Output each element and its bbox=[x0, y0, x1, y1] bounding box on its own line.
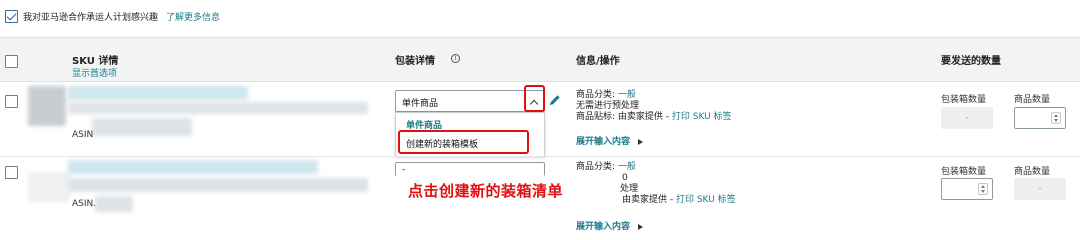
category-label: 商品分类: bbox=[576, 90, 618, 100]
box-qty-label: 包装箱数量 bbox=[941, 95, 987, 105]
learn-more-link[interactable]: 了解更多信息 bbox=[166, 10, 220, 23]
expand-inputs-link[interactable]: 展开输入内容 bbox=[576, 134, 644, 147]
info-block: 商品分类: 一般 无需进行预处理 商品贴标: 由卖家提供 - 打印 SKU 标签 bbox=[576, 90, 732, 123]
label-owner-text: 商品贴标: 由卖家提供 - bbox=[576, 112, 672, 122]
packing-details-header: 包装详情 bbox=[395, 56, 435, 67]
carrier-program-checkbox[interactable] bbox=[5, 10, 18, 23]
stepper-icon[interactable] bbox=[978, 183, 988, 195]
info-block: 商品分类: 一般 0 处理 由卖家提供 - 打印 SKU 标签 bbox=[576, 162, 736, 206]
quantity-to-send-header: 要发送的数量 bbox=[941, 56, 1001, 67]
product-title-redacted bbox=[68, 160, 318, 174]
select-all-checkbox[interactable] bbox=[5, 55, 18, 68]
unit-qty-value: - bbox=[1038, 184, 1042, 194]
box-qty-input[interactable] bbox=[941, 178, 993, 200]
product-image bbox=[28, 172, 70, 202]
stepper-icon[interactable] bbox=[1051, 112, 1061, 124]
asin-label: ASIN. bbox=[72, 199, 97, 209]
packing-select-value: - bbox=[402, 165, 406, 175]
row-checkbox[interactable] bbox=[5, 166, 18, 179]
triangle-right-icon bbox=[638, 223, 644, 230]
info-icon[interactable]: i bbox=[451, 54, 460, 63]
prep-text-1: 0 bbox=[622, 173, 628, 183]
unit-qty-label: 商品数量 bbox=[1014, 95, 1051, 105]
annotation-text: 点击创建新的装箱清单 bbox=[408, 182, 564, 200]
category-link[interactable]: 一般 bbox=[618, 90, 636, 100]
box-qty-input: - bbox=[941, 107, 993, 129]
unit-qty-label: 商品数量 bbox=[1014, 167, 1051, 177]
prep-text-2: 处理 bbox=[620, 184, 639, 194]
carrier-program-bar: 我对亚马逊合作承运人计划感兴趣 了解更多信息 bbox=[0, 0, 1080, 38]
category-label: 商品分类: bbox=[576, 162, 618, 172]
unit-qty-input[interactable] bbox=[1014, 107, 1066, 129]
expand-inputs-label: 展开输入内容 bbox=[576, 137, 631, 147]
unit-qty-input: - bbox=[1014, 178, 1066, 200]
product-title-redacted bbox=[68, 178, 368, 192]
product-image bbox=[28, 86, 66, 126]
print-sku-label-link[interactable]: 打印 SKU 标签 bbox=[672, 112, 732, 122]
packing-select[interactable]: - bbox=[395, 162, 545, 176]
box-qty-value: - bbox=[965, 113, 969, 123]
asin-redacted bbox=[95, 196, 133, 212]
sku-details-header: SKU 详情 bbox=[72, 56, 119, 67]
category-link[interactable]: 一般 bbox=[618, 162, 636, 172]
prep-text: 无需进行预处理 bbox=[576, 101, 640, 111]
row-divider bbox=[0, 156, 1080, 157]
product-title-redacted bbox=[68, 86, 248, 100]
edit-icon[interactable] bbox=[549, 94, 561, 106]
expand-inputs-label: 展开输入内容 bbox=[576, 222, 631, 232]
row-checkbox[interactable] bbox=[5, 95, 18, 108]
packing-select-value: 单件商品 bbox=[402, 99, 439, 109]
show-preferences-link[interactable]: 显示首选项 bbox=[72, 66, 117, 79]
box-qty-label: 包装箱数量 bbox=[941, 167, 987, 177]
packing-select[interactable]: 单件商品 bbox=[395, 90, 545, 112]
label-owner-text: 由卖家提供 - bbox=[622, 195, 676, 205]
carrier-program-label: 我对亚马逊合作承运人计划感兴趣 bbox=[23, 13, 159, 23]
table-header: SKU 详情 显示首选项 包装详情 i 信息/操作 要发送的数量 bbox=[0, 37, 1080, 82]
info-actions-header: 信息/操作 bbox=[576, 56, 620, 67]
highlight-create-template bbox=[398, 130, 529, 154]
expand-inputs-link[interactable]: 展开输入内容 bbox=[576, 219, 644, 232]
highlight-chevron bbox=[524, 85, 545, 112]
product-title-redacted bbox=[68, 102, 368, 114]
print-sku-label-link[interactable]: 打印 SKU 标签 bbox=[676, 195, 736, 205]
triangle-right-icon bbox=[638, 138, 644, 145]
asin-label: ASIN bbox=[72, 130, 94, 140]
asin-redacted bbox=[92, 118, 192, 136]
